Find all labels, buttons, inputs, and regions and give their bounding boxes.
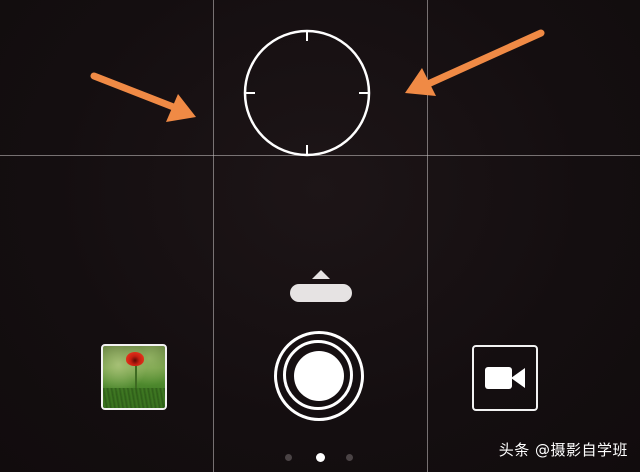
arrow-right-pointing-left <box>405 29 545 96</box>
thumbnail-grass <box>103 388 165 408</box>
gallery-thumbnail[interactable] <box>101 344 167 410</box>
page-dot-1[interactable] <box>285 454 292 461</box>
shutter-button[interactable] <box>274 331 364 421</box>
shutter-button-icon <box>294 351 344 401</box>
video-camera-icon <box>485 367 512 389</box>
mode-switch-pill <box>290 284 352 302</box>
arrow-left-pointing-right <box>90 72 196 122</box>
watermark-text: 头条 @摄影自学班 <box>498 441 628 459</box>
chevron-up-icon <box>312 270 330 279</box>
page-dot-2-active[interactable] <box>316 453 325 462</box>
video-camera-lens-icon <box>511 368 525 388</box>
page-dot-3[interactable] <box>346 454 353 461</box>
page-indicator <box>282 451 362 465</box>
video-mode-button[interactable] <box>472 345 538 411</box>
mode-switch-handle[interactable] <box>290 270 352 304</box>
camera-viewfinder[interactable]: 头条 @摄影自学班 <box>0 0 640 472</box>
focus-reticle <box>243 29 371 157</box>
poppy-flower-icon <box>126 352 144 366</box>
focus-ring <box>243 29 371 157</box>
